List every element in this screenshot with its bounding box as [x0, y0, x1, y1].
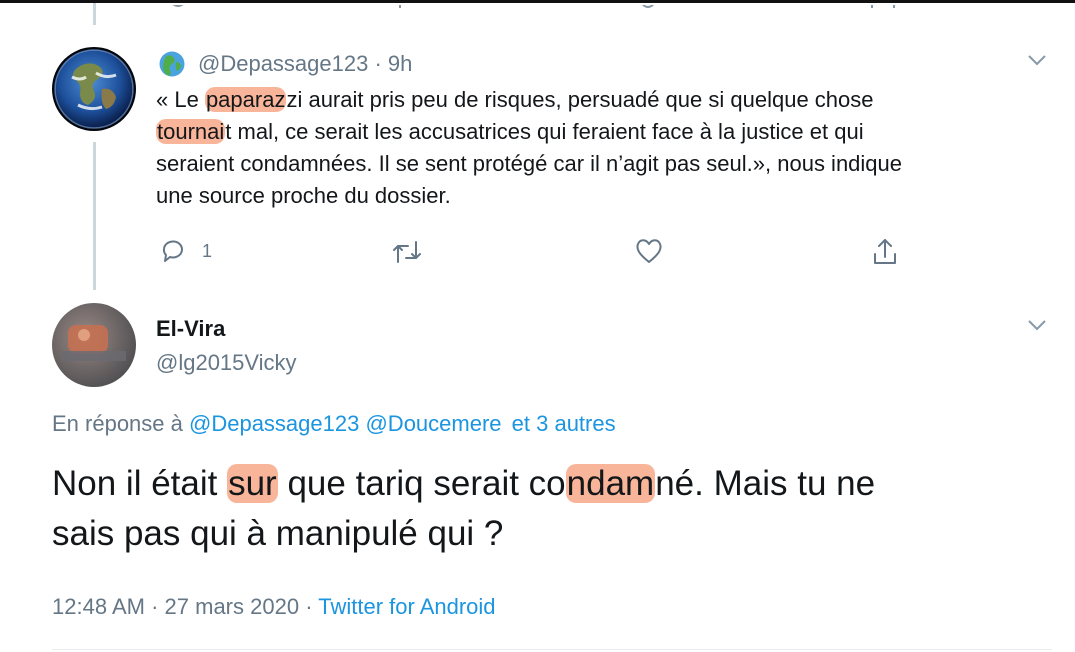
reply-icon	[158, 236, 188, 266]
mention-others[interactable]: et 3 autres	[512, 411, 616, 436]
mention-doucemere[interactable]: @Doucemere	[365, 411, 501, 436]
heart-icon[interactable]	[634, 237, 664, 265]
chevron-down-icon[interactable]	[1026, 53, 1048, 67]
tweet2-text-seg: que tariq serait co	[277, 464, 566, 503]
avatar-depassage123[interactable]	[52, 47, 136, 131]
tweet2-text-seg: Non il était	[52, 464, 228, 503]
tweet1-handle[interactable]: @Depassage123	[198, 51, 368, 76]
tweet2-text-line: sais pas qui à manipulé qui ?	[52, 514, 504, 553]
meta-separator: ·	[305, 594, 313, 619]
avatar-el-vira[interactable]	[52, 303, 136, 387]
tweet1-text-seg: t mal, ce serait les accusatrices qui fe…	[225, 119, 864, 144]
tweet-date[interactable]: 27 mars 2020	[165, 594, 300, 619]
thread-line-top	[93, 3, 96, 25]
reply-button[interactable]: 1	[158, 236, 212, 266]
tweet-time[interactable]: 12:48 AM	[52, 594, 145, 619]
globe-icon	[158, 50, 186, 78]
user-handle[interactable]: @lg2015Vicky	[156, 348, 297, 378]
tweet1-text-line: une source proche du dossier.	[156, 183, 451, 208]
tweet1-text-seg: zi aurait pris peu de risques, persuadé …	[286, 87, 874, 112]
meta-separator: ·	[151, 594, 159, 619]
mention-depassage123[interactable]: @Depassage123	[189, 411, 359, 436]
tweet1-text: « Le paparazzi aurait pris peu de risque…	[156, 84, 1036, 212]
divider	[52, 649, 1052, 650]
thread-line-tweet1	[93, 142, 96, 290]
tweet2-meta: 12:48 AM · 27 mars 2020 · Twitter for An…	[52, 592, 496, 622]
tweet1-text-line: seraient condamnées. Il se sent protégé …	[156, 151, 903, 176]
user-display-name[interactable]: El-Vira	[156, 314, 225, 344]
highlight-mark: paparaz	[204, 87, 287, 112]
previous-tweet-actions-clipped	[160, 0, 920, 8]
tweet1-header: @Depassage123 · 9h	[198, 49, 412, 79]
chevron-down-icon[interactable]	[1026, 318, 1048, 332]
highlight-mark: tournai	[156, 119, 226, 144]
share-icon[interactable]	[870, 236, 900, 268]
reply-context: En réponse à @Depassage123 @Doucemere et…	[52, 409, 616, 439]
tweet2-text: Non il était sur que tariq serait condam…	[52, 459, 1052, 559]
tweet-source[interactable]: Twitter for Android	[318, 594, 495, 619]
tweet1-separator: ·	[374, 51, 382, 76]
highlight-mark: sur	[227, 464, 278, 503]
tweet1-time[interactable]: 9h	[388, 51, 412, 76]
tweet2-text-seg: né. Mais tu ne	[655, 464, 876, 503]
tweet1-text-seg: « Le	[156, 87, 205, 112]
highlight-mark: ndam	[565, 464, 656, 503]
reply-prefix: En réponse à	[52, 411, 183, 436]
retweet-icon[interactable]	[390, 238, 424, 266]
reply-count: 1	[202, 240, 213, 261]
